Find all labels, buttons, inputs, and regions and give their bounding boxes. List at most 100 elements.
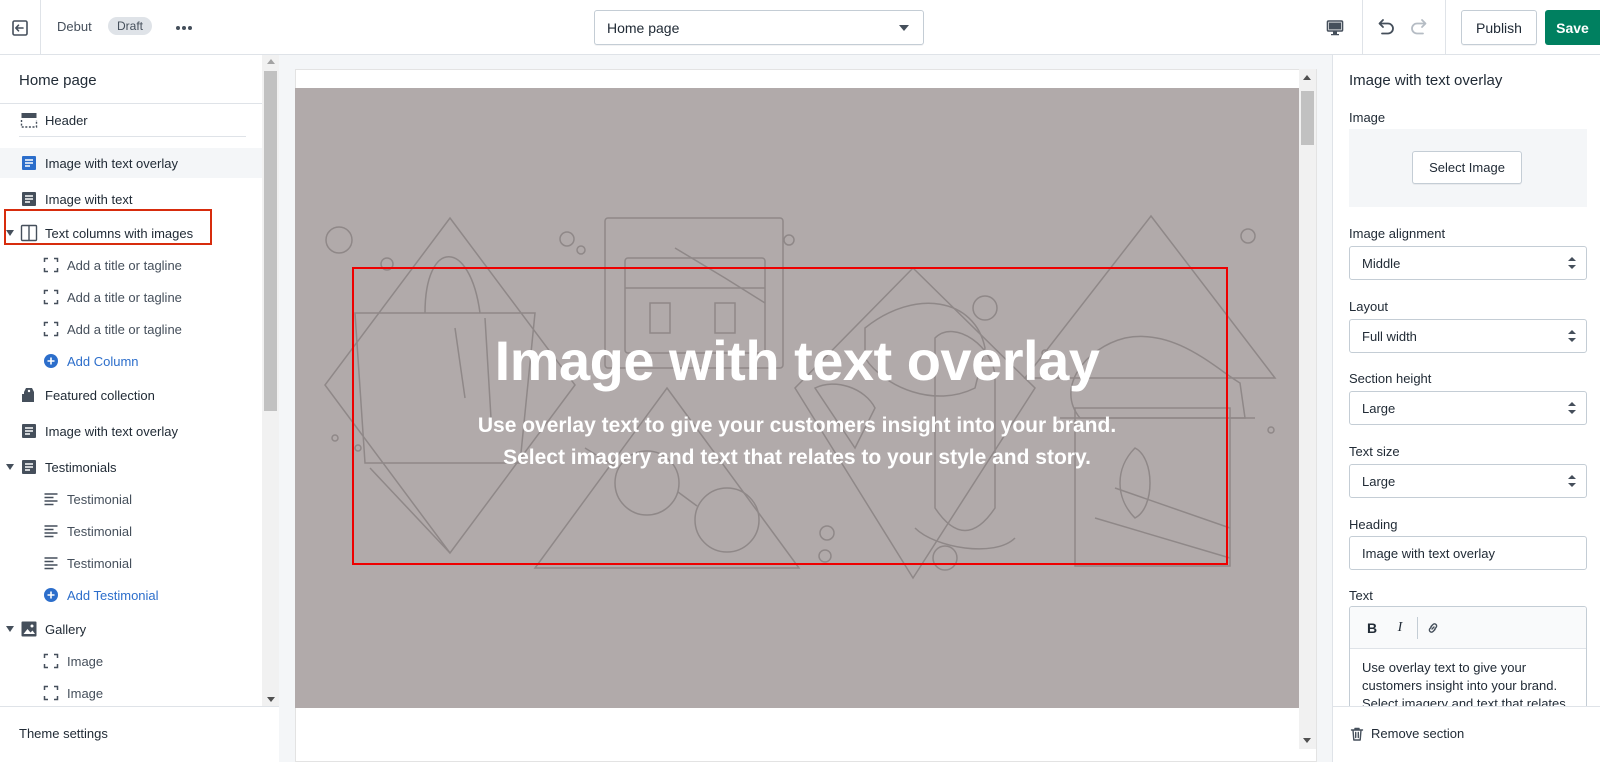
- section-height-value: Large: [1362, 400, 1396, 416]
- select-arrows-icon: [1568, 257, 1576, 269]
- scroll-up-icon[interactable]: [267, 59, 275, 64]
- page-select-value: Home page: [607, 19, 680, 36]
- add-circle-icon: [41, 585, 61, 605]
- text-label: Text: [1349, 588, 1373, 603]
- sidebar-item-a-title-or-tagline[interactable]: Add a title or tagline: [0, 250, 262, 280]
- sidebar-item-gallery[interactable]: Gallery: [0, 614, 262, 644]
- divider: [19, 136, 246, 137]
- more-actions-button[interactable]: [170, 14, 198, 42]
- section-icon: [19, 153, 39, 173]
- section-height-select[interactable]: Large: [1349, 391, 1587, 425]
- scroll-down-icon[interactable]: [267, 697, 275, 702]
- layout-label: Layout: [1349, 299, 1389, 314]
- block-icon: [41, 319, 61, 339]
- theme-settings-button[interactable]: Theme settings: [0, 706, 279, 762]
- text-size-value: Large: [1362, 473, 1396, 489]
- image-alignment-label: Image alignment: [1349, 226, 1446, 241]
- sidebar-item-label: Testimonial: [67, 555, 133, 571]
- sidebar-item-testimonial[interactable]: Testimonial: [0, 484, 262, 514]
- section-icon: [19, 421, 39, 441]
- desktop-view-button[interactable]: [1320, 13, 1350, 43]
- remove-section-button[interactable]: Remove section: [1333, 706, 1600, 762]
- block-icon: [41, 683, 61, 701]
- block-icon: [41, 287, 61, 307]
- heading-input[interactable]: Image with text overlay: [1349, 536, 1587, 570]
- scroll-down-icon[interactable]: [1303, 738, 1311, 743]
- expand-toggle-icon[interactable]: [6, 464, 14, 470]
- status-badge: Draft: [108, 17, 153, 35]
- theme-name: Debut: [57, 19, 92, 34]
- layout-select[interactable]: Full width: [1349, 319, 1587, 353]
- text-size-label: Text size: [1349, 444, 1400, 459]
- sidebar-item-label: Featured collection: [45, 387, 155, 403]
- add-circle-icon: [41, 351, 61, 371]
- remove-section-label: Remove section: [1371, 726, 1465, 741]
- sidebar-item-featured-collection[interactable]: Featured collection: [0, 380, 262, 410]
- block-icon: [41, 651, 61, 671]
- page-select[interactable]: Home page: [594, 10, 924, 45]
- sidebar-item-a-title-or-tagline[interactable]: Add a title or tagline: [0, 282, 262, 312]
- undo-button[interactable]: [1370, 13, 1400, 43]
- scroll-thumb[interactable]: [264, 71, 277, 411]
- sidebar-item-a-title-or-tagline[interactable]: Add a title or tagline: [0, 314, 262, 344]
- sidebar-item-testimonial[interactable]: Testimonial: [0, 516, 262, 546]
- sidebar-scrollbar[interactable]: [262, 55, 279, 706]
- link-button[interactable]: [1423, 618, 1443, 638]
- add-column[interactable]: Add Column: [0, 346, 262, 376]
- select-arrows-icon: [1568, 330, 1576, 342]
- text-lines-icon: [41, 553, 61, 573]
- image-label: Image: [1349, 110, 1386, 125]
- redo-button[interactable]: [1405, 13, 1435, 43]
- add-testimonial[interactable]: Add Testimonial: [0, 580, 262, 610]
- publish-button[interactable]: Publish: [1461, 10, 1537, 45]
- image-alignment-select[interactable]: Middle: [1349, 246, 1587, 280]
- theme-settings-label: Theme settings: [19, 726, 108, 741]
- layout-value: Full width: [1362, 328, 1417, 344]
- sidebar-item-label: Header: [45, 112, 88, 128]
- sidebar-item-image[interactable]: Image: [0, 678, 262, 701]
- image-alignment-value: Middle: [1362, 255, 1401, 271]
- sidebar-item-image-with-text-overlay[interactable]: Image with text overlay: [0, 416, 262, 446]
- image-picker: Select Image: [1349, 129, 1587, 207]
- panel-title: Image with text overlay: [1349, 72, 1503, 89]
- italic-button[interactable]: I: [1390, 618, 1410, 638]
- top-bar: Debut Draft Home page Publish Save: [0, 0, 1600, 55]
- select-arrows-icon: [1568, 475, 1576, 487]
- text-size-select[interactable]: Large: [1349, 464, 1587, 498]
- heading-input-value: Image with text overlay: [1362, 545, 1495, 561]
- sidebar-item-label: Add Testimonial: [67, 587, 159, 603]
- text-lines-icon: [41, 489, 61, 509]
- select-image-button[interactable]: Select Image: [1412, 151, 1522, 184]
- sidebar-item-header[interactable]: Header: [0, 105, 262, 135]
- editor-content[interactable]: Use overlay text to give your customers …: [1362, 659, 1576, 713]
- undo-icon: [1378, 19, 1394, 35]
- preview-scrollbar[interactable]: [1299, 69, 1316, 749]
- bold-button[interactable]: B: [1362, 618, 1382, 638]
- section-settings-panel: Image with text overlay Image Select Ima…: [1332, 55, 1600, 762]
- sidebar-item-image-with-text-overlay[interactable]: Image with text overlay: [0, 148, 262, 178]
- scroll-thumb[interactable]: [1301, 91, 1314, 145]
- exit-editor-button[interactable]: [0, 0, 41, 55]
- sidebar-item-label: Testimonials: [45, 459, 117, 475]
- text-editor[interactable]: B I Use overlay text to give your custom…: [1349, 606, 1587, 716]
- sidebar-item-image[interactable]: Image: [0, 646, 262, 676]
- collection-icon: [19, 385, 39, 405]
- scroll-up-icon[interactable]: [1303, 75, 1311, 80]
- sidebar-item-label: Testimonial: [67, 523, 133, 539]
- sidebar-item-testimonial[interactable]: Testimonial: [0, 548, 262, 578]
- divider: [1445, 0, 1446, 55]
- save-button[interactable]: Save: [1545, 10, 1600, 45]
- header-icon: [19, 110, 39, 130]
- sidebar-item-label: Image: [67, 685, 104, 701]
- divider: [1362, 0, 1363, 55]
- sidebar-item-label: Image: [67, 653, 104, 669]
- sidebar-item-label: Gallery: [45, 621, 87, 637]
- editor-toolbar: B I: [1350, 607, 1586, 649]
- text-lines-icon: [41, 521, 61, 541]
- heading-label: Heading: [1349, 517, 1398, 532]
- sidebar-item-testimonials[interactable]: Testimonials: [0, 452, 262, 482]
- expand-toggle-icon[interactable]: [6, 626, 14, 632]
- sidebar-item-label: Image with text overlay: [45, 423, 178, 439]
- gallery-icon: [19, 619, 39, 639]
- chevron-down-icon: [899, 25, 909, 31]
